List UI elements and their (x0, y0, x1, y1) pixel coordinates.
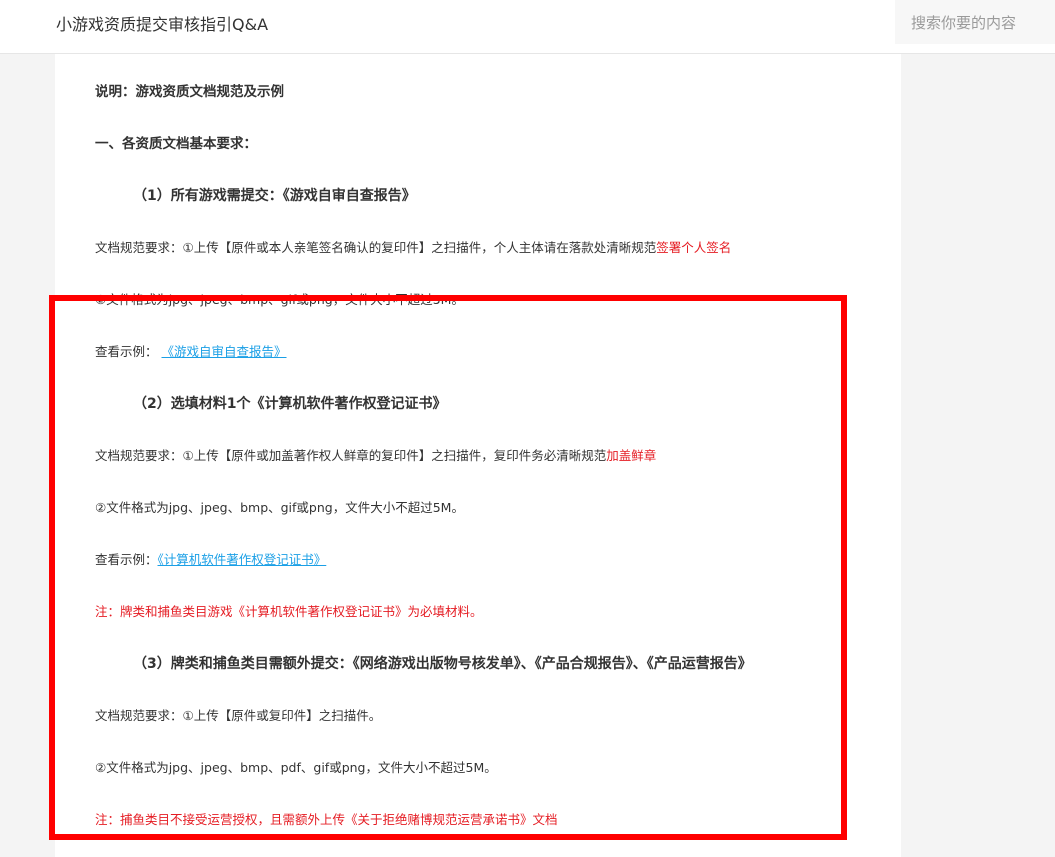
item2-requirement-text: 文档规范要求：①上传【原件或加盖著作权人鲜章的复印件】之扫描件，复印件务必清晰规… (95, 448, 607, 463)
item2-requirement: 文档规范要求：①上传【原件或加盖著作权人鲜章的复印件】之扫描件，复印件务必清晰规… (95, 447, 656, 465)
item3-format: ②文件格式为jpg、jpeg、bmp、pdf、gif或png，文件大小不超过5M… (95, 760, 497, 775)
item2-example-label: 查看示例： (95, 552, 158, 567)
section-heading: 一、各资质文档基本要求： (95, 136, 257, 152)
item2-note: 注：牌类和捕鱼类目游戏《计算机软件著作权登记证书》为必填材料。 (95, 604, 483, 619)
item1-requirement: 文档规范要求：①上传【原件或本人亲笔签名确认的复印件】之扫描件，个人主体请在落款… (95, 239, 731, 257)
item2-format: ②文件格式为jpg、jpeg、bmp、gif或png，文件大小不超过5M。 (95, 500, 464, 515)
item2-example: 查看示例：《计算机软件著作权登记证书》 (95, 551, 326, 569)
article-content: 说明：游戏资质文档规范及示例 一、各资质文档基本要求： （1）所有游戏需提交：《… (55, 54, 901, 857)
item2-requirement-highlight: 加盖鲜章 (606, 448, 657, 463)
top-header: 小游戏资质提交审核指引Q&A 搜索你要的内容 (0, 0, 1055, 54)
item3-requirement: 文档规范要求：①上传【原件或复印件】之扫描件。 (95, 708, 382, 723)
item1-format: ②文件格式为jpg、jpeg、bmp、gif或png，文件大小不超过5M。 (95, 292, 464, 307)
item3-note: 注：捕鱼类目不接受运营授权，且需额外上传《关于拒绝赌博规范运营承诺书》文档 (95, 812, 558, 827)
item3-heading: （3）牌类和捕鱼类目需额外提交：《网络游戏出版物号核发单》、《产品合规报告》、《… (133, 656, 752, 672)
item2-heading: （2）选填材料1个《计算机软件著作权登记证书》 (133, 396, 447, 412)
item2-example-link[interactable]: 《计算机软件著作权登记证书》 (158, 552, 327, 567)
item1-example-label: 查看示例： (95, 344, 158, 359)
item1-example-link[interactable]: 《游戏自审自查报告》 (162, 344, 287, 359)
page-title: 小游戏资质提交审核指引Q&A (56, 15, 269, 34)
intro-text: 说明：游戏资质文档规范及示例 (95, 84, 284, 100)
item1-requirement-highlight: 签署个人签名 (656, 240, 732, 255)
item1-heading: （1）所有游戏需提交：《游戏自审自查报告》 (133, 188, 416, 204)
search-input[interactable]: 搜索你要的内容 (895, 0, 1055, 44)
item1-example: 查看示例： 《游戏自审自查报告》 (95, 343, 287, 361)
item1-requirement-text: 文档规范要求：①上传【原件或本人亲笔签名确认的复印件】之扫描件，个人主体请在落款… (95, 240, 657, 255)
